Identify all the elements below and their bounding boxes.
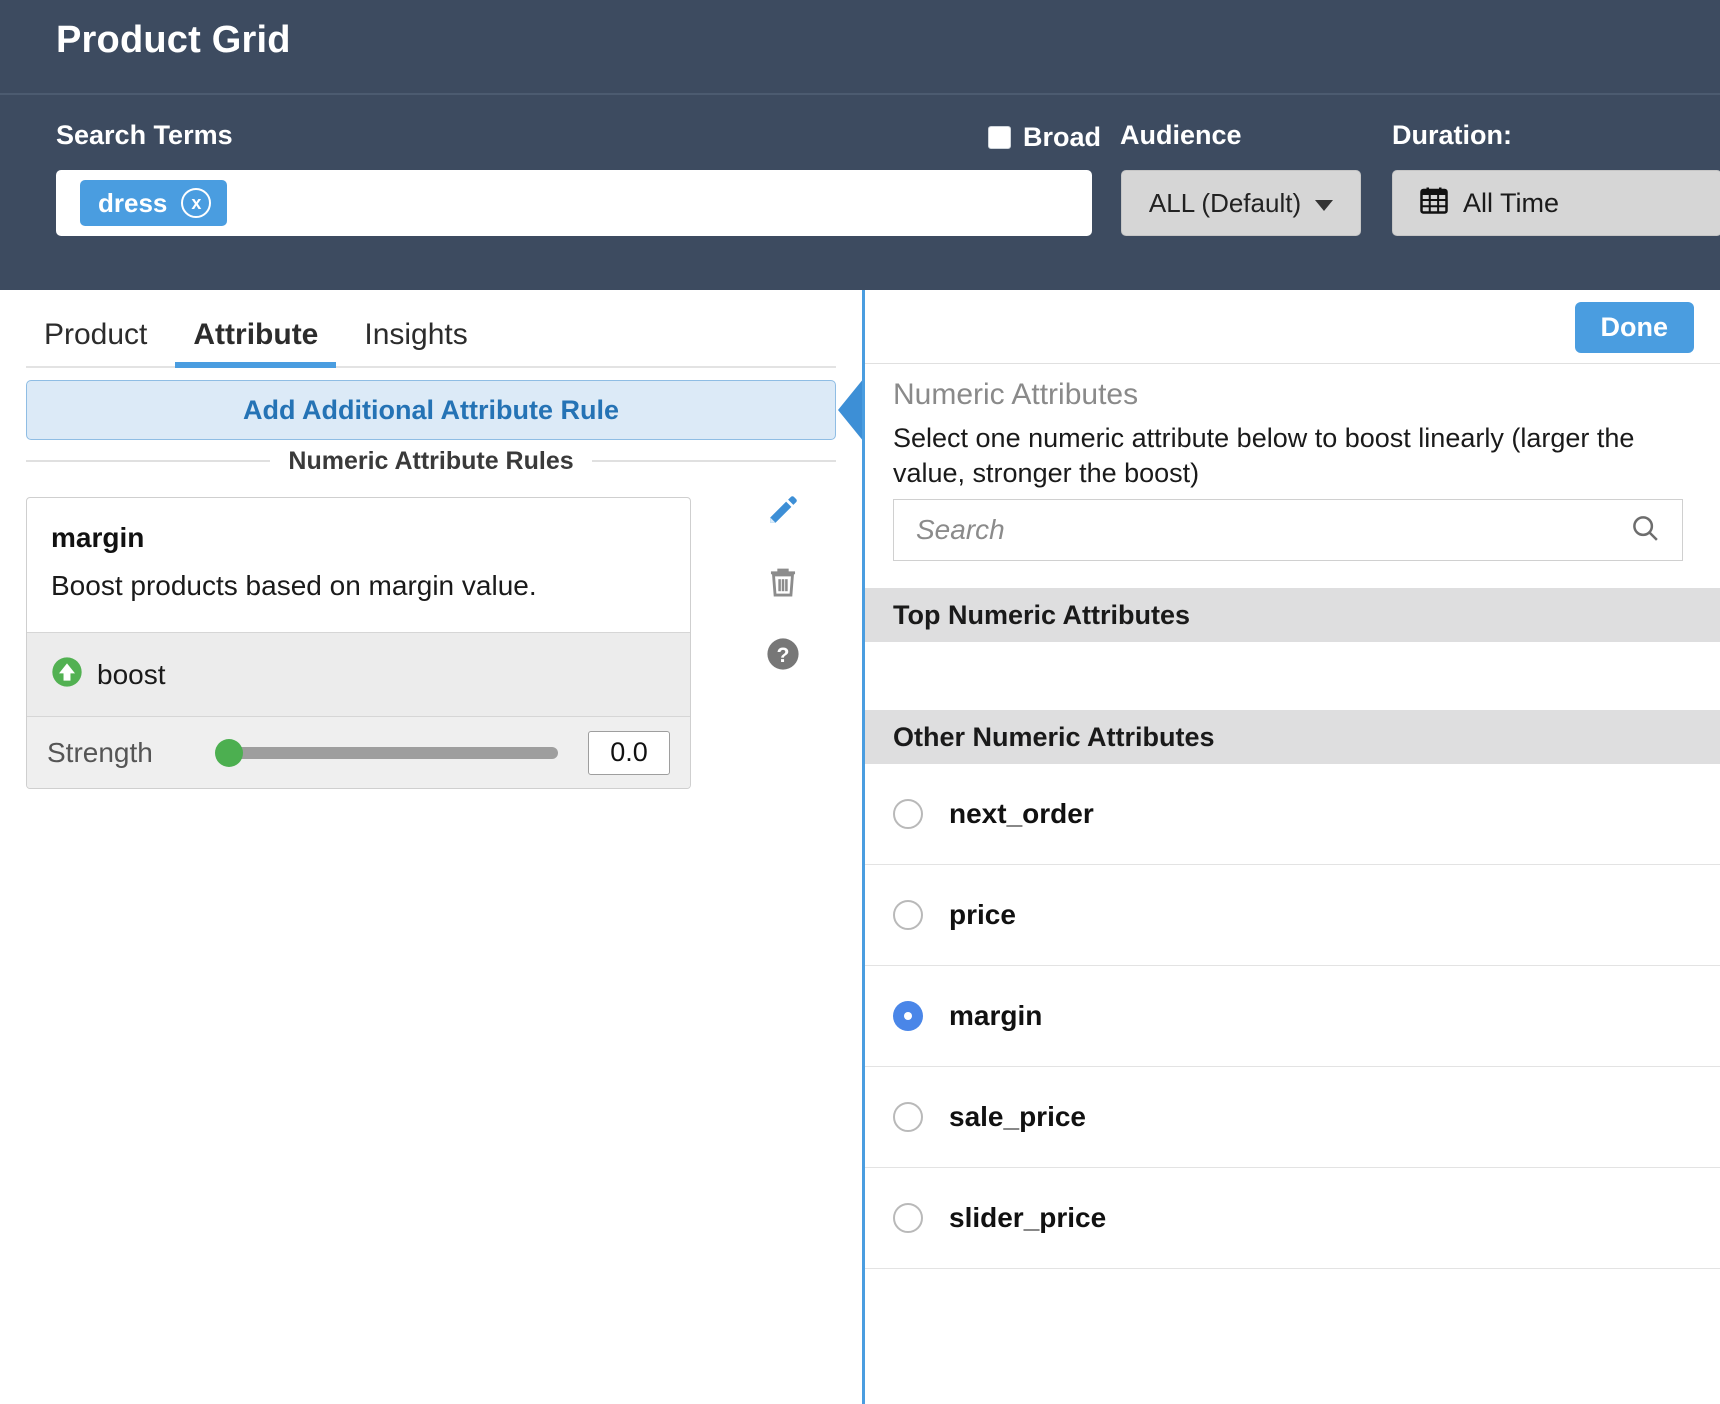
calendar-icon [1419,185,1449,222]
panel-toolbar: Done [865,290,1720,364]
audience-dropdown[interactable]: ALL (Default) [1121,170,1361,236]
numeric-attribute-rules-section-header: Numeric Attribute Rules [26,440,837,482]
audience-label: Audience [1120,120,1242,150]
edit-pencil-icon[interactable] [766,493,800,527]
broad-label: Broad [1023,122,1102,152]
search-icon [1630,513,1660,548]
divider-line-right [591,460,837,462]
tab-insights[interactable]: Insights [346,318,485,366]
attribute-search-field[interactable] [893,499,1683,561]
attribute-label: price [949,899,1016,930]
numeric-attribute-rules-label: Numeric Attribute Rules [288,446,574,475]
radio-button-sale-price[interactable] [893,1102,923,1132]
delete-trash-icon[interactable] [766,565,800,599]
numeric-attributes-panel: Done Numeric Attributes Select one numer… [862,290,1720,1404]
broad-checkbox-group[interactable]: Broad [988,122,1101,153]
rule-title: margin [51,522,145,553]
rule-header: margin Boost products based on margin va… [27,498,690,632]
rule-description: Boost products based on margin value. [51,570,537,601]
panel-pointer-caret-icon [838,378,864,442]
header-divider [0,93,1720,95]
duration-value: All Time [1463,187,1560,218]
list-item[interactable]: price [865,865,1720,966]
list-item[interactable]: next_order [865,764,1720,865]
attribute-list: next_order price margin sale_price slide… [865,764,1720,1269]
strength-value-field[interactable]: 0.0 [588,730,670,775]
radio-button-price[interactable] [893,900,923,930]
search-terms-label: Search Terms [56,120,233,150]
audience-value: ALL (Default) [1148,187,1302,218]
list-item[interactable]: slider_price [865,1168,1720,1269]
panel-subtitle: Select one numeric attribute below to bo… [893,423,1635,488]
close-icon[interactable]: x [181,188,212,218]
attribute-label: next_order [949,798,1094,829]
chevron-down-icon [1315,199,1334,211]
svg-text:?: ? [777,643,790,667]
tab-attribute[interactable]: Attribute [175,318,337,368]
left-panel: Product Attribute Insights Add Additiona… [0,290,864,1404]
attribute-rule-card: margin Boost products based on margin va… [26,497,691,789]
app-header: Product Grid Search Terms dress x Broad … [0,0,1720,290]
boost-up-arrow-icon [51,656,83,693]
list-item[interactable]: margin [865,966,1720,1067]
strength-label: Strength [47,736,153,768]
search-input[interactable] [916,514,1630,546]
done-button[interactable]: Done [1574,302,1694,353]
radio-button-slider-price[interactable] [893,1203,923,1233]
divider-line-left [26,460,271,462]
attribute-label: margin [949,1000,1043,1031]
tab-bar: Product Attribute Insights [26,302,836,368]
attribute-label: sale_price [949,1101,1086,1132]
radio-button-margin[interactable] [893,1001,923,1031]
tab-product[interactable]: Product [26,318,165,366]
duration-label: Duration: [1392,120,1512,150]
panel-heading: Numeric Attributes [893,378,1139,411]
search-term-chip-label: dress [98,187,168,218]
search-terms-input[interactable]: dress x [56,170,1092,236]
attribute-label: slider_price [949,1202,1107,1233]
add-additional-attribute-rule-button[interactable]: Add Additional Attribute Rule [26,380,836,440]
rule-action-icons: ? [766,493,800,671]
duration-dropdown[interactable]: All Time [1392,170,1720,236]
search-term-chip[interactable]: dress x [80,180,228,226]
strength-slider[interactable] [215,738,558,767]
page-title: Product Grid [56,19,291,61]
rule-action-label: boost [97,658,166,690]
list-item[interactable]: sale_price [865,1067,1720,1168]
rule-strength-row: Strength 0.0 [27,716,690,788]
strength-slider-handle[interactable] [215,738,243,767]
group-header-top-numeric-attributes: Top Numeric Attributes [865,588,1720,642]
rule-action-row: boost [27,632,690,716]
group-header-other-numeric-attributes: Other Numeric Attributes [865,710,1720,764]
broad-checkbox[interactable] [988,126,1011,149]
help-question-icon[interactable]: ? [766,637,800,671]
radio-button-next-order[interactable] [893,799,923,829]
